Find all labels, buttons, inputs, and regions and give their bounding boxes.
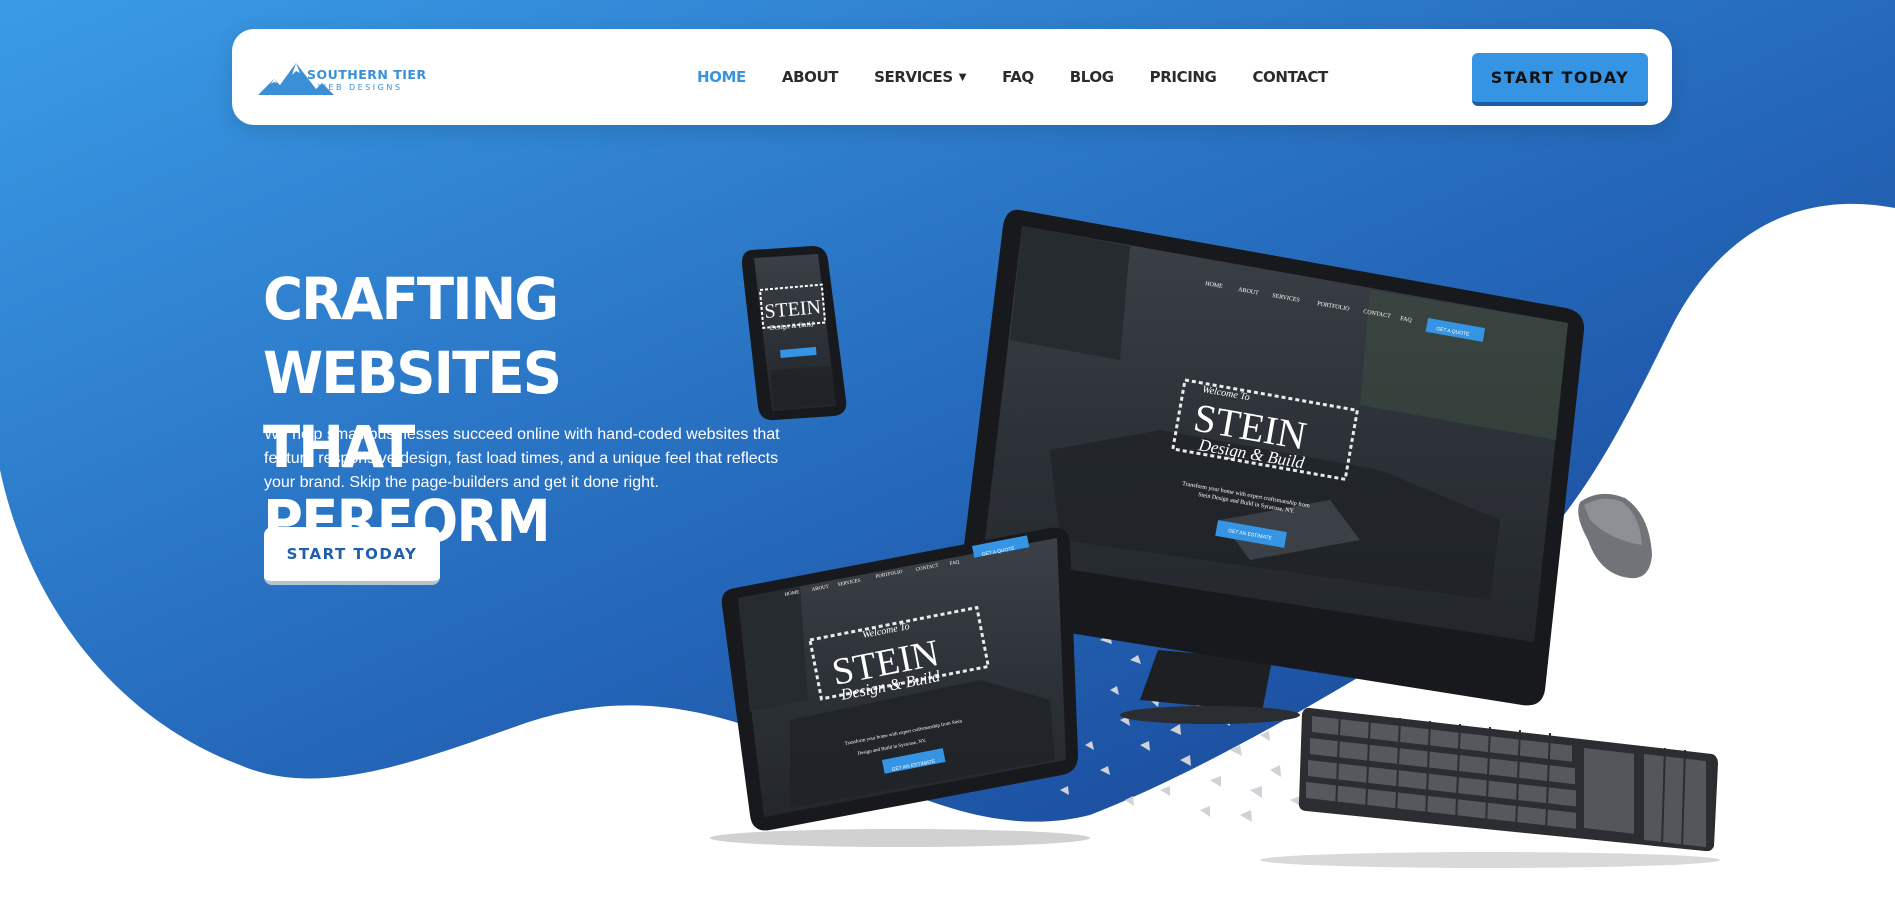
nav-item-services-label: SERVICES [874, 68, 953, 86]
top-navbar: SOUTHERN TIER WEB DESIGNS HOME ABOUT SER… [232, 29, 1672, 125]
start-today-nav-button[interactable]: START TODAY [1472, 53, 1648, 106]
mouse-illustration [1578, 493, 1652, 579]
brand-tagline: WEB DESIGNS [318, 83, 403, 92]
nav-item-home[interactable]: HOME [697, 68, 746, 86]
nav-item-faq[interactable]: FAQ [1002, 68, 1034, 86]
caret-down-icon: ▼ [958, 71, 967, 83]
brand-name: SOUTHERN TIER [307, 67, 427, 82]
keyboard-illustration [1298, 707, 1718, 852]
phone-device: STEIN Design & Build [741, 246, 847, 421]
hero-title-line1: CRAFTING WEBSITES [263, 265, 562, 407]
hero-title: CRAFTING WEBSITES THAT PERFORM [263, 262, 705, 558]
nav-item-services[interactable]: SERVICES ▼ [874, 68, 966, 86]
nav-item-about[interactable]: ABOUT [782, 68, 839, 86]
nav-item-pricing[interactable]: PRICING [1150, 68, 1217, 86]
hero-description: We help small businesses succeed online … [264, 426, 780, 491]
tablet-shadow [710, 829, 1090, 847]
nav-item-blog[interactable]: BLOG [1070, 68, 1114, 86]
start-today-hero-button[interactable]: START TODAY [264, 527, 440, 585]
tablet-device: HOME ABOUT SERVICES PORTFOLIO CONTACT FA… [721, 527, 1078, 831]
nav-item-contact[interactable]: CONTACT [1252, 68, 1328, 86]
keyboard-shadow [1260, 852, 1720, 868]
main-nav: HOME ABOUT SERVICES ▼ FAQ BLOG PRICING C… [697, 29, 1364, 125]
